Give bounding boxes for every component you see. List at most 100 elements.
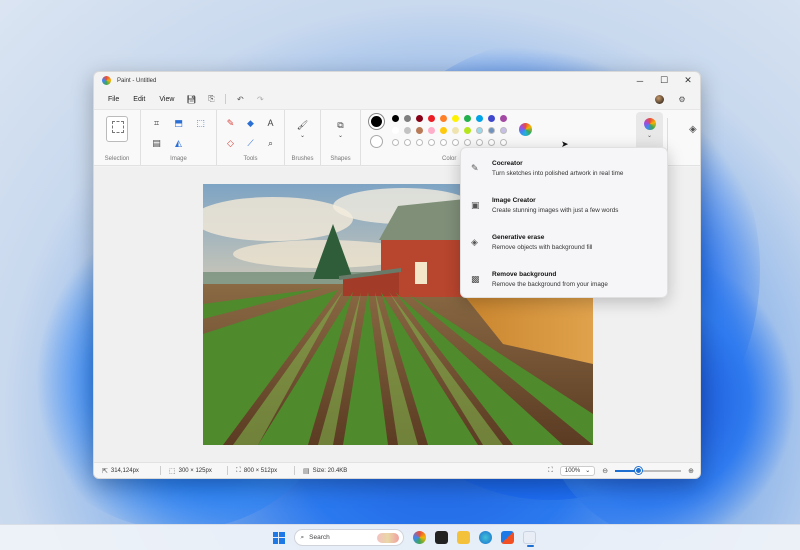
copilot-taskbar-icon[interactable]	[412, 531, 426, 544]
status-bar: ⇱ 314,124px ⬚ 300 × 125px ⛶ 800 × 512px ▤ Si…	[94, 462, 700, 478]
palette-color-swatch[interactable]	[476, 115, 483, 122]
image-group-label: Image	[170, 156, 187, 162]
canvas-size-icon: ⛶	[236, 466, 241, 474]
palette-color-swatch[interactable]	[404, 127, 411, 134]
fit-to-window-icon[interactable]: ⛶	[548, 467, 553, 475]
palette-color-swatch[interactable]	[488, 115, 495, 122]
rotate-icon[interactable]: ◭	[173, 137, 185, 149]
eraser-icon[interactable]: ◇	[225, 137, 237, 149]
search-icon: ⌕	[300, 533, 305, 541]
selection-group: Selection	[94, 110, 141, 165]
image-select-icon[interactable]: ⬚	[195, 117, 207, 129]
shapes-icon[interactable]: ⧉	[335, 119, 347, 131]
taskbar-search[interactable]: ⌕ Search	[293, 529, 404, 546]
store-taskbar-icon[interactable]	[500, 531, 514, 544]
pencil-icon[interactable]: ✎	[225, 117, 237, 129]
selection-tool-button[interactable]	[106, 116, 128, 142]
palette-color-swatch[interactable]	[464, 127, 471, 134]
chevron-down-icon[interactable]: ⌄	[297, 131, 309, 139]
maximize-button[interactable]: ☐	[652, 72, 676, 89]
edge-taskbar-icon[interactable]	[478, 531, 492, 544]
custom-color-slot[interactable]	[476, 139, 483, 146]
redo-icon[interactable]: ↷	[250, 95, 270, 104]
palette-color-swatch[interactable]	[440, 127, 447, 134]
cocreate-menu-item[interactable]: ✎ Cocreator Turn sketches into polished ar…	[461, 156, 667, 193]
menu-item-title: Cocreator	[492, 160, 523, 167]
edit-colors-icon[interactable]	[519, 123, 532, 136]
cocreate-menu-item[interactable]: ▣ Image Creator Create stunning images wit…	[461, 193, 667, 230]
zoom-in-icon[interactable]: ⊕	[688, 467, 694, 475]
palette-color-swatch[interactable]	[440, 115, 447, 122]
menu-item-description: Remove objects with background fill	[492, 244, 593, 251]
palette-color-swatch[interactable]	[500, 127, 507, 134]
custom-color-slot[interactable]	[488, 139, 495, 146]
menu-file[interactable]: File	[101, 96, 126, 103]
file-explorer-taskbar-icon[interactable]	[456, 531, 470, 544]
palette-color-swatch[interactable]	[452, 127, 459, 134]
paint-taskbar-icon[interactable]	[522, 531, 536, 547]
terminal-taskbar-icon[interactable]	[434, 531, 448, 544]
custom-color-slot[interactable]	[452, 139, 459, 146]
zoom-slider[interactable]	[615, 466, 682, 474]
save-icon[interactable]: 💾︎	[181, 95, 201, 104]
chevron-down-icon: ⌄	[646, 133, 653, 139]
mouse-pointer-icon: ➤	[561, 139, 569, 149]
share-icon[interactable]: ⎘	[201, 94, 221, 104]
zoom-slider-thumb[interactable]	[635, 466, 643, 474]
palette-color-swatch[interactable]	[416, 115, 423, 122]
brush-icon[interactable]: 🖌︎	[297, 119, 309, 131]
custom-color-slot[interactable]	[392, 139, 399, 146]
magnifier-icon[interactable]: ⌕	[265, 137, 277, 149]
palette-color-swatch[interactable]	[404, 115, 411, 122]
secondary-color-swatch[interactable]	[370, 135, 383, 148]
palette-color-swatch[interactable]	[452, 115, 459, 122]
settings-gear-icon[interactable]: ⚙	[672, 95, 692, 104]
minimize-button[interactable]: ─	[628, 72, 652, 89]
custom-color-slot[interactable]	[404, 139, 411, 146]
fill-bucket-icon[interactable]: ◆	[245, 117, 257, 129]
zoom-level-select[interactable]: 100% ⌄	[559, 465, 596, 476]
custom-color-slot[interactable]	[440, 139, 447, 146]
layers-icon[interactable]: ◈	[689, 124, 697, 135]
close-button[interactable]: ✕	[676, 72, 700, 89]
menu-edit[interactable]: Edit	[126, 96, 152, 103]
palette-color-swatch[interactable]	[392, 127, 399, 134]
cursor-position-icon: ⇱	[102, 467, 108, 475]
custom-color-slot[interactable]	[428, 139, 435, 146]
text-icon[interactable]: A	[265, 117, 277, 129]
palette-color-swatch[interactable]	[464, 115, 471, 122]
cocreate-button[interactable]: ⌄	[636, 112, 663, 150]
title-bar: Paint - Untitled ─ ☐ ✕	[94, 72, 700, 89]
custom-color-slot[interactable]	[464, 139, 471, 146]
cocreate-menu-item[interactable]: ◈ Generative erase Remove objects with bac…	[461, 230, 667, 267]
palette-color-swatch[interactable]	[428, 127, 435, 134]
palette-color-swatch[interactable]	[488, 127, 495, 134]
cocreate-flyout-menu: ✎ Cocreator Turn sketches into polished ar…	[460, 147, 668, 298]
account-avatar[interactable]	[655, 94, 664, 104]
status-divider	[294, 466, 295, 475]
brushes-group-label: Brushes	[291, 156, 314, 162]
tools-group-label: Tools	[243, 156, 258, 162]
palette-color-swatch[interactable]	[476, 127, 483, 134]
palette-color-swatch[interactable]	[428, 115, 435, 122]
menu-item-title: Generative erase	[492, 234, 545, 241]
start-button[interactable]	[272, 531, 285, 544]
color-group-label: Color	[442, 156, 457, 162]
resize-icon[interactable]: ⬒	[173, 117, 185, 129]
primary-color-swatch[interactable]	[369, 114, 384, 129]
erase-bg-icon[interactable]: ▤	[151, 137, 163, 149]
palette-color-swatch[interactable]	[416, 127, 423, 134]
palette-color-swatch[interactable]	[500, 115, 507, 122]
menu-view[interactable]: View	[152, 96, 181, 103]
color-picker-icon[interactable]: ⟋	[245, 137, 257, 149]
undo-icon[interactable]: ↶	[230, 95, 250, 104]
crop-icon[interactable]: ⌗	[151, 117, 163, 129]
zoom-out-icon[interactable]: ⊖	[602, 467, 608, 475]
custom-color-slot[interactable]	[500, 139, 507, 146]
window-title: Paint - Untitled	[117, 77, 157, 84]
cocreate-menu-item[interactable]: ▩ Remove background Remove the background …	[461, 267, 667, 304]
custom-color-slot[interactable]	[416, 139, 423, 146]
palette-color-swatch[interactable]	[392, 115, 399, 122]
chevron-down-icon[interactable]: ⌄	[335, 131, 347, 139]
search-highlight-icon	[376, 533, 399, 543]
